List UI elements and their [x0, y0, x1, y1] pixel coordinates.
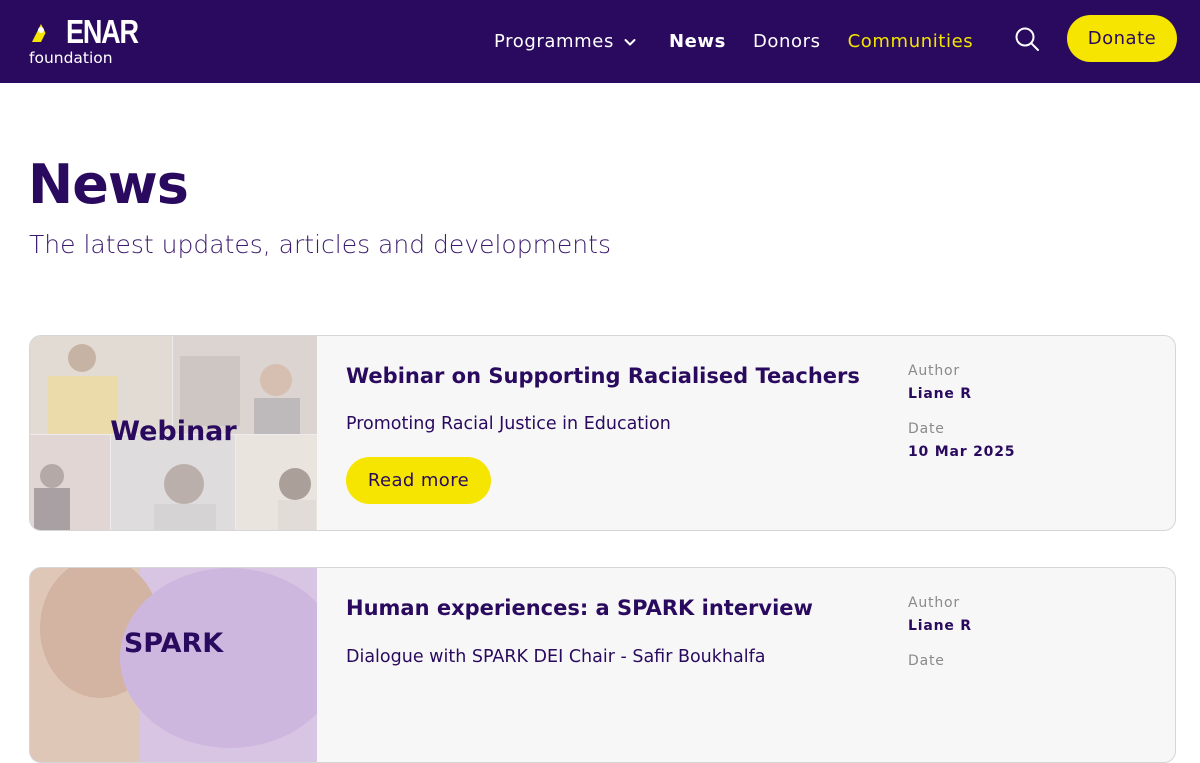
date-label: Date — [908, 653, 945, 669]
spark-photo-image — [30, 568, 317, 762]
article-description: Dialogue with SPARK DEI Chair - Safir Bo… — [346, 647, 766, 667]
nav-programmes[interactable]: Programmes — [494, 31, 636, 52]
nav-communities[interactable]: Communities — [848, 31, 974, 52]
main-nav: Programmes News Donors Communities — [494, 0, 973, 83]
article-title[interactable]: Human experiences: a SPARK interview — [346, 596, 813, 620]
article-image[interactable]: Webinar — [30, 336, 317, 530]
nav-news[interactable]: News — [669, 31, 726, 52]
read-more-button[interactable]: Read more — [346, 457, 491, 504]
author-name: Liane R — [908, 618, 972, 634]
article-image[interactable]: SPARK — [30, 568, 317, 762]
logo-foundation-text: foundation — [29, 49, 113, 67]
article-card: Webinar Webinar on Supporting Racialised… — [29, 335, 1176, 531]
article-description: Promoting Racial Justice in Education — [346, 414, 671, 434]
chevron-down-icon — [624, 38, 636, 45]
logo-triangle-icon — [32, 24, 55, 42]
search-icon[interactable] — [1014, 26, 1040, 52]
page-title: News — [28, 153, 189, 216]
date-label: Date — [908, 421, 945, 437]
site-header: ENAR foundation Programmes News Donors C… — [0, 0, 1200, 83]
donate-button[interactable]: Donate — [1067, 15, 1177, 62]
author-label: Author — [908, 595, 960, 611]
logo-enar-text: ENAR — [66, 13, 139, 50]
nav-donors[interactable]: Donors — [753, 31, 821, 52]
article-image-label: Webinar — [110, 416, 237, 447]
article-date: 10 Mar 2025 — [908, 444, 1016, 460]
article-card: SPARK Human experiences: a SPARK intervi… — [29, 567, 1176, 763]
enar-foundation-logo[interactable]: ENAR foundation — [28, 14, 139, 70]
article-image-label: SPARK — [123, 628, 224, 659]
article-title[interactable]: Webinar on Supporting Racialised Teacher… — [346, 364, 860, 388]
page-subtitle: The latest updates, articles and develop… — [29, 230, 611, 259]
author-name: Liane R — [908, 386, 972, 402]
nav-programmes-label: Programmes — [494, 31, 614, 52]
author-label: Author — [908, 363, 960, 379]
